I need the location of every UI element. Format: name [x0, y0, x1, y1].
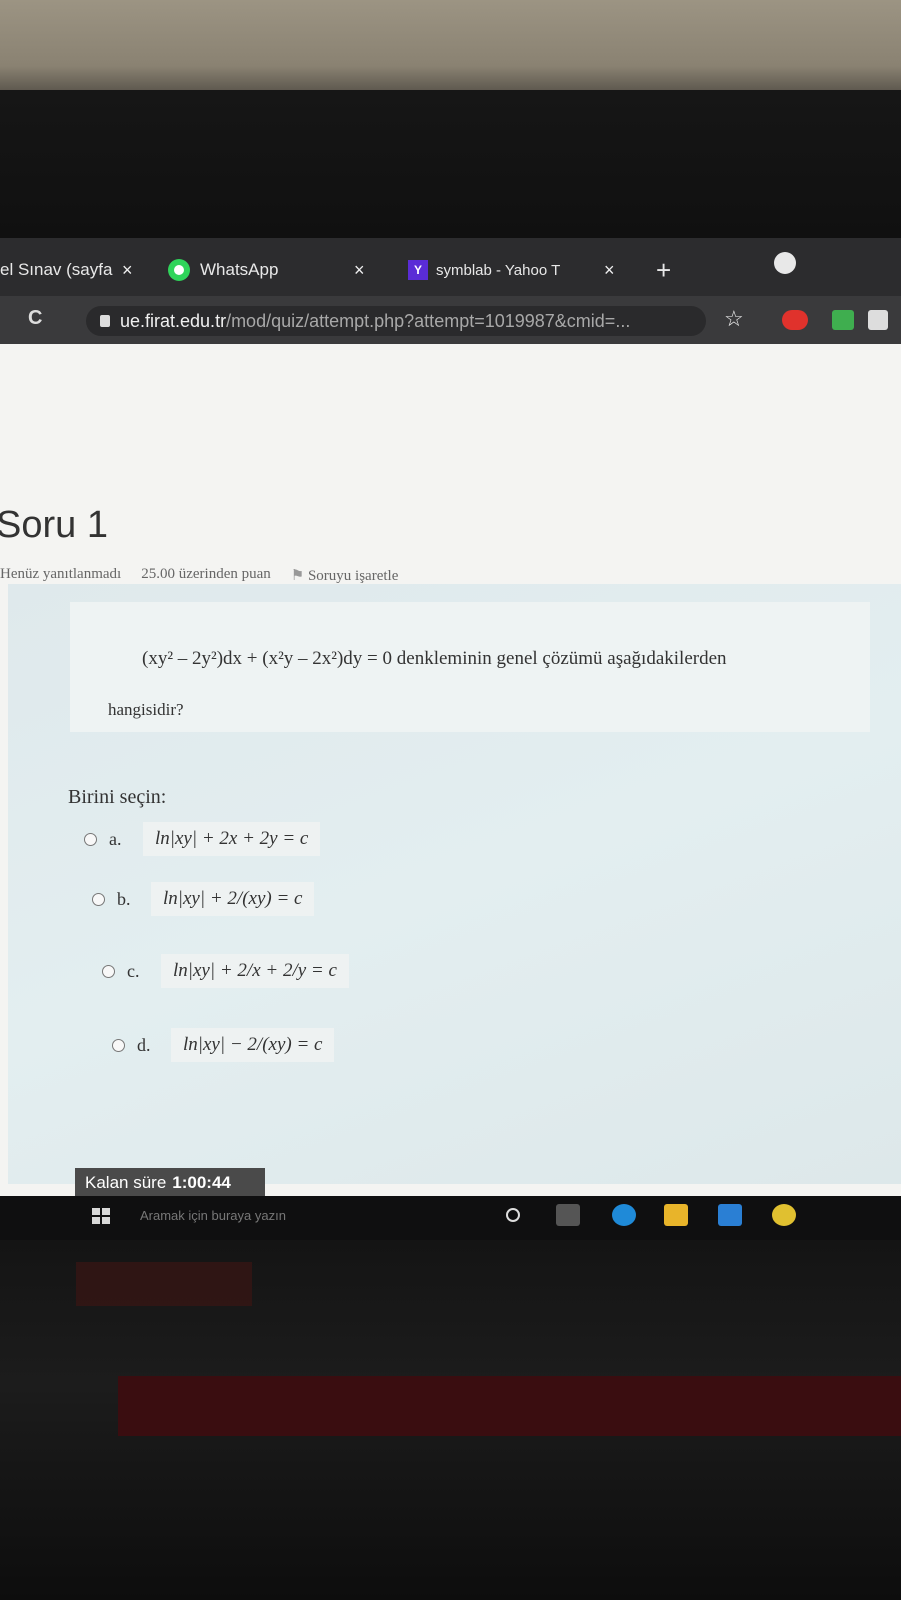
page-content: Soru 1 Henüz yanıtlanmadı 25.00 üzerinde…: [0, 344, 901, 1204]
option-a[interactable]: a. ln|xy| + 2x + 2y = c: [84, 822, 321, 856]
keyboard-backlight: [118, 1376, 901, 1436]
tab-symbolab-close-icon[interactable]: ×: [604, 260, 615, 281]
cortana-icon[interactable]: [506, 1208, 520, 1222]
answer-status: Henüz yanıtlanmadı: [0, 566, 122, 582]
option-b-formula: ln|xy| + 2/(xy) = c: [151, 882, 315, 916]
option-a-radio[interactable]: [84, 832, 97, 846]
option-d-radio[interactable]: [112, 1038, 125, 1052]
option-b-radio[interactable]: [92, 892, 105, 906]
timer-value: 1:00:44: [172, 1173, 231, 1192]
profile-icon[interactable]: [774, 252, 796, 274]
hd-sticker: [76, 1262, 252, 1306]
extensions-puzzle-icon[interactable]: [868, 310, 888, 330]
option-d-letter: d.: [137, 1034, 151, 1055]
windows-start-icon[interactable]: [92, 1208, 110, 1224]
timer-label: Kalan süre: [85, 1173, 167, 1192]
question-meta: Henüz yanıtlanmadı 25.00 üzerinden puan …: [0, 566, 398, 585]
url-host: ue.firat.edu.tr: [120, 310, 227, 331]
answer-prompt: Birini seçin:: [68, 786, 167, 808]
option-c-formula: ln|xy| + 2/x + 2/y = c: [161, 954, 349, 988]
time-remaining: Kalan süre 1:00:44: [75, 1168, 265, 1198]
tab-symbolab-label: symblab - Yahoo T: [436, 261, 561, 279]
flag-question-link[interactable]: ⚑ Soruyu işaretle: [291, 566, 399, 585]
reload-icon[interactable]: C: [28, 307, 42, 330]
flag-icon: ⚑: [290, 568, 305, 584]
question-text-box: (xy² – 2y²)dx + (x²y – 2x²)dy = 0 denkle…: [70, 602, 870, 732]
yahoo-icon: Y: [408, 260, 428, 280]
option-a-letter: a.: [109, 828, 122, 849]
tab-exam[interactable]: el Sınav (sayfa ×: [0, 254, 140, 286]
url-field[interactable]: ue.firat.edu.tr /mod/quiz/attempt.php?at…: [86, 306, 706, 336]
tab-whatsapp[interactable]: WhatsApp ×: [168, 254, 378, 286]
tab-whatsapp-close-icon[interactable]: ×: [354, 260, 365, 281]
extension-icon[interactable]: [832, 310, 854, 330]
adblock-icon[interactable]: [782, 310, 808, 330]
file-explorer-icon[interactable]: [664, 1204, 688, 1226]
option-c-letter: c.: [127, 960, 140, 981]
question-box: (xy² – 2y²)dx + (x²y – 2x²)dy = 0 denkle…: [8, 584, 901, 1184]
option-d[interactable]: d. ln|xy| − 2/(xy) = c: [112, 1028, 335, 1062]
browser-tab-bar: el Sınav (sayfa × WhatsApp × Y symblab -…: [0, 238, 901, 300]
whatsapp-icon: [168, 259, 190, 281]
question-text-line2: hangisidir?: [108, 700, 184, 719]
option-d-formula: ln|xy| − 2/(xy) = c: [171, 1028, 335, 1062]
option-b-letter: b.: [117, 888, 131, 909]
task-view-icon[interactable]: [556, 1204, 580, 1226]
lock-icon: [100, 315, 110, 327]
option-a-formula: ln|xy| + 2x + 2y = c: [143, 822, 321, 856]
tab-symbolab[interactable]: Y symblab - Yahoo T ×: [408, 254, 628, 286]
option-b[interactable]: b. ln|xy| + 2/(xy) = c: [92, 882, 315, 916]
option-c[interactable]: c. ln|xy| + 2/x + 2/y = c: [102, 954, 349, 988]
chrome-icon[interactable]: [772, 1204, 796, 1226]
question-points: 25.00 üzerinden puan: [141, 566, 271, 582]
flag-question-label: Soruyu işaretle: [307, 568, 399, 584]
tab-exam-label: el Sınav (sayfa: [0, 260, 113, 279]
monitor-bezel-top: [0, 90, 901, 240]
address-bar: C ue.firat.edu.tr /mod/quiz/attempt.php?…: [0, 296, 901, 344]
tab-whatsapp-label: WhatsApp: [200, 260, 279, 279]
question-title: Soru 1: [0, 504, 108, 546]
option-c-radio[interactable]: [102, 964, 115, 978]
question-text-line1: (xy² – 2y²)dx + (x²y – 2x²)dy = 0 denkle…: [142, 648, 727, 669]
taskbar-search[interactable]: Aramak için buraya yazın: [140, 1208, 286, 1223]
tab-exam-close-icon[interactable]: ×: [122, 260, 133, 281]
mail-icon[interactable]: [718, 1204, 742, 1226]
windows-taskbar: Aramak için buraya yazın: [0, 1196, 901, 1240]
new-tab-button[interactable]: +: [656, 254, 671, 286]
edge-icon[interactable]: [612, 1204, 636, 1226]
url-path: /mod/quiz/attempt.php?attempt=1019987&cm…: [226, 310, 631, 331]
bookmark-star-icon[interactable]: ☆: [724, 306, 744, 332]
